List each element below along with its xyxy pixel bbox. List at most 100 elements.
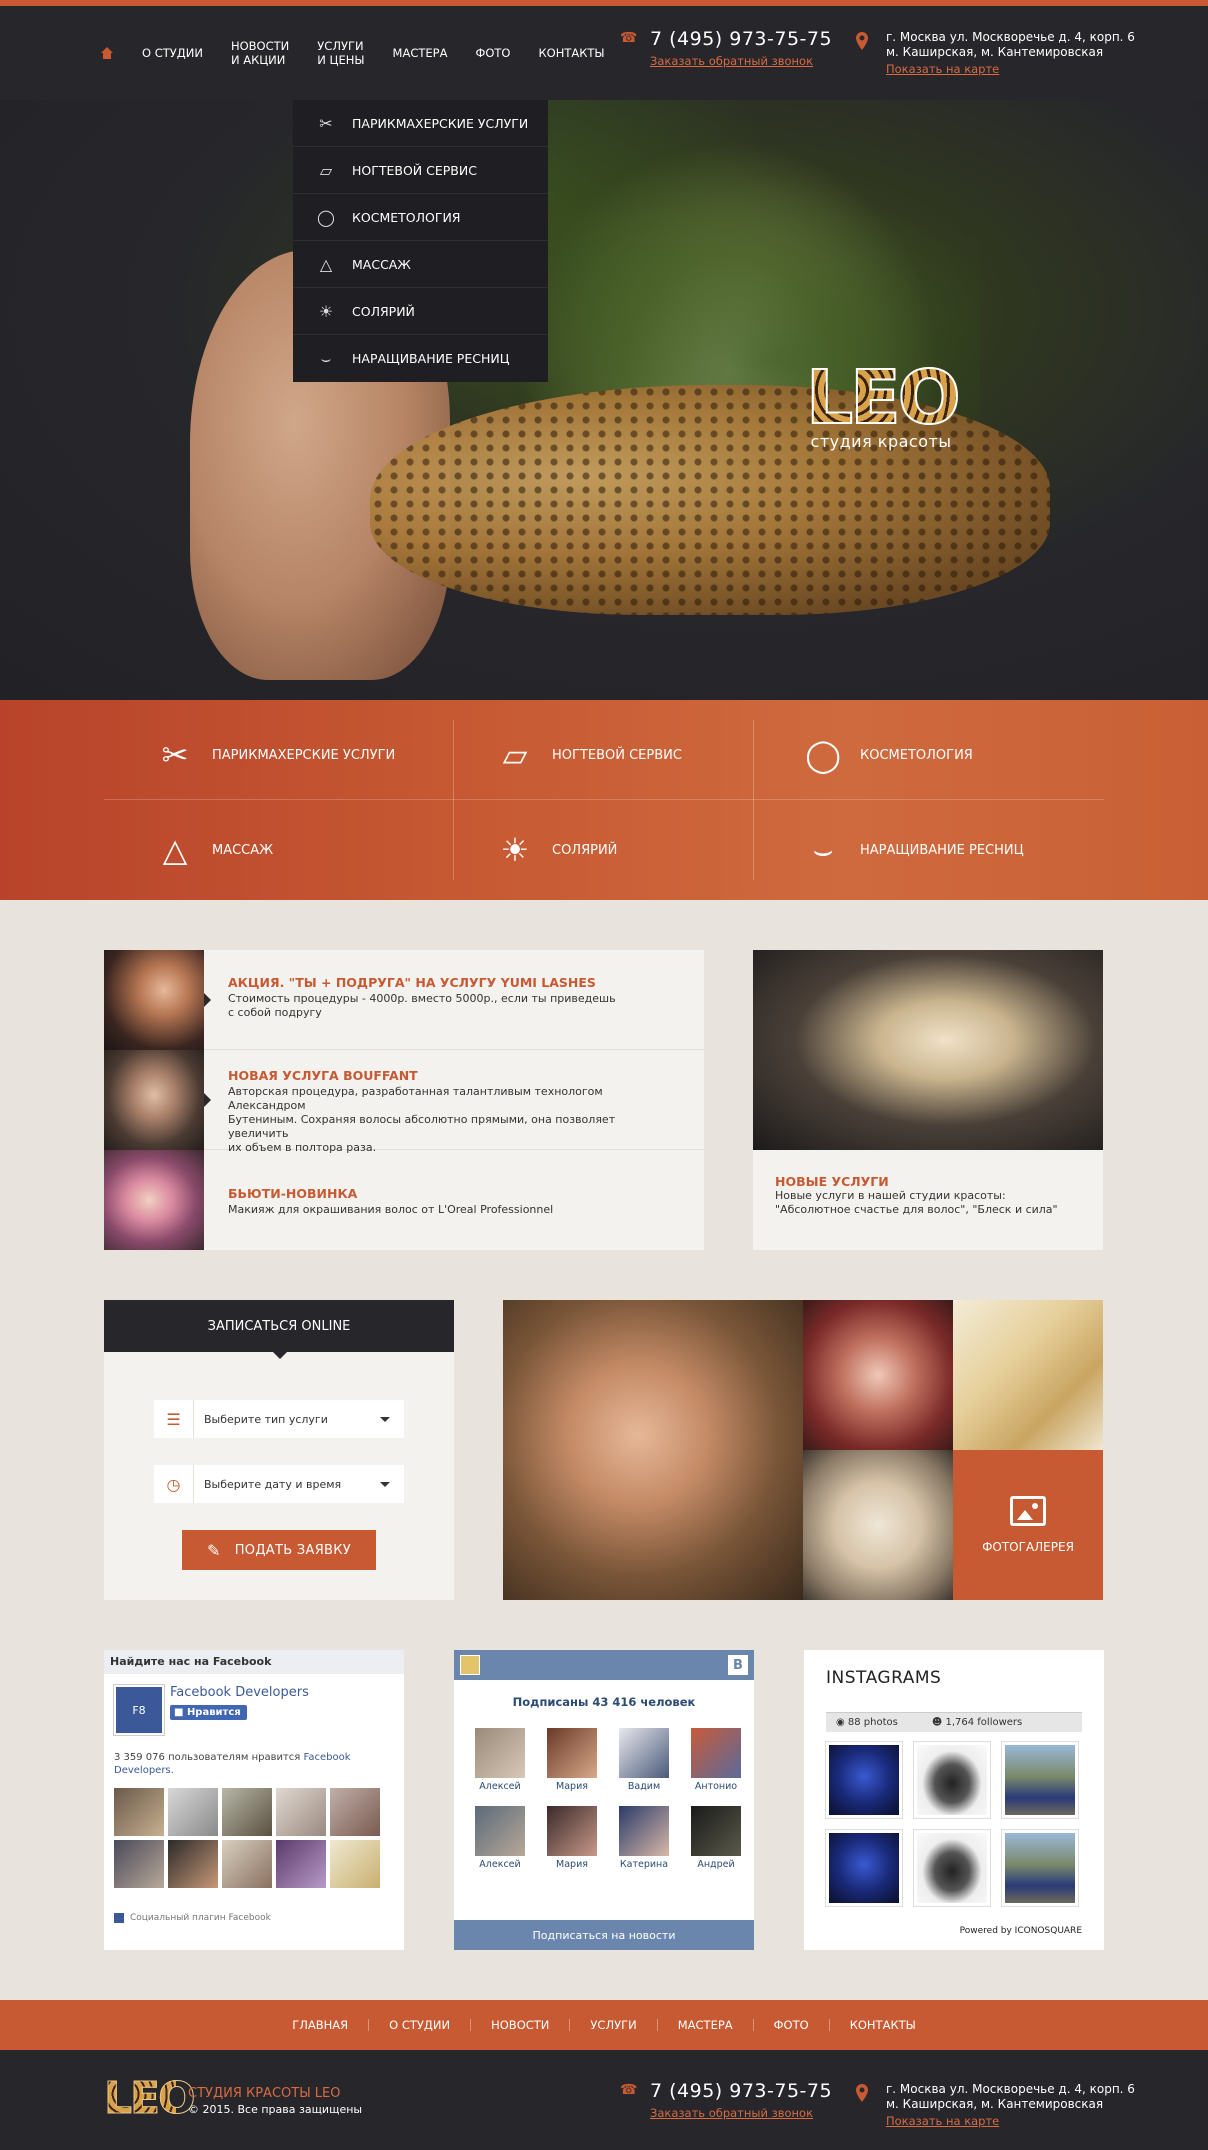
gallery-photo-manicure[interactable] — [803, 1300, 953, 1450]
service-hair[interactable]: ✂ ПАРИКМАХЕРСКИЕ УСЛУГИ — [152, 732, 396, 778]
facebook-face[interactable] — [330, 1788, 380, 1836]
footer-nav-services[interactable]: УСЛУГИ — [569, 2019, 656, 2031]
facebook-face[interactable] — [168, 1840, 218, 1888]
dropdown-item-massage[interactable]: △ МАССАЖ — [293, 241, 548, 288]
vk-member[interactable]: Вадим — [608, 1728, 680, 1792]
vk-member[interactable]: Андрей — [680, 1806, 752, 1870]
vk-member[interactable]: Антонио — [680, 1728, 752, 1792]
facebook-page-avatar[interactable]: F8 — [113, 1684, 165, 1736]
vk-subscribers[interactable]: Подписаны 43 416 человек — [454, 1695, 754, 1709]
sun-icon: ☀ — [318, 301, 334, 321]
address-line-2: м. Каширская, м. Кантемировская — [886, 45, 1104, 59]
footer-nav-news[interactable]: НОВОСТИ — [470, 2019, 569, 2031]
facebook-like-button[interactable]: ■ Нравится — [170, 1705, 247, 1720]
nav-photo[interactable]: ФОТО — [475, 46, 510, 60]
header-phone[interactable]: 7 (495) 973-75-75 — [650, 28, 832, 50]
footer-nav-photo[interactable]: ФОТО — [752, 2019, 829, 2031]
facebook-like-count: 3 359 076 пользователям нравится Faceboo… — [114, 1751, 394, 1777]
instagram-photo[interactable] — [1001, 1741, 1079, 1819]
instagram-photo[interactable] — [825, 1829, 903, 1907]
footer-map-link[interactable]: Показать на карте — [886, 2114, 1135, 2128]
news-item[interactable]: АКЦИЯ. "ТЫ + ПОДРУГА" НА УСЛУГУ YUMI LAS… — [104, 950, 704, 1050]
news-title[interactable]: АКЦИЯ. "ТЫ + ПОДРУГА" НА УСЛУГУ YUMI LAS… — [228, 975, 668, 990]
vk-group-avatar[interactable] — [460, 1655, 480, 1675]
footer-nav-contacts[interactable]: КОНТАКТЫ — [828, 2019, 936, 2031]
site-footer: LEO СТУДИЯ КРАСОТЫ LEO © 2015. Все права… — [0, 2050, 1208, 2150]
service-solarium[interactable]: ☀ СОЛЯРИЙ — [492, 827, 618, 873]
header-phone-block: ☎ 7 (495) 973-75-75 Заказать обратный зв… — [620, 28, 832, 68]
submit-request-button[interactable]: ✎ ПОДАТЬ ЗАЯВКУ — [182, 1530, 376, 1570]
vk-logo-icon[interactable]: В — [728, 1655, 748, 1675]
dropdown-item-solarium[interactable]: ☀ СОЛЯРИЙ — [293, 288, 548, 335]
facebook-face[interactable] — [222, 1840, 272, 1888]
vk-member[interactable]: Катерина — [608, 1806, 680, 1870]
facebook-footer-text: Социальный плагин Facebook — [130, 1913, 271, 1923]
home-icon[interactable] — [100, 47, 114, 59]
news-description: Стоимость процедуры - 4000р. вместо 5000… — [228, 992, 616, 1019]
user-icon: ☻ — [931, 1717, 946, 1728]
vk-member[interactable]: Мария — [536, 1806, 608, 1870]
instagram-photo[interactable] — [825, 1741, 903, 1819]
footer-nav-masters[interactable]: МАСТЕРА — [656, 2019, 753, 2031]
facebook-page-name[interactable]: Facebook Developers — [170, 1685, 309, 1700]
dropdown-item-hair[interactable]: ✂ ПАРИКМАХЕРСКИЕ УСЛУГИ — [293, 100, 548, 147]
instagram-photo[interactable] — [913, 1829, 991, 1907]
vk-member[interactable]: Алексей — [464, 1806, 536, 1870]
dropdown-item-nails[interactable]: ▱ НОГТЕВОЙ СЕРВИС — [293, 147, 548, 194]
datetime-value: Выберите дату и время — [204, 1477, 342, 1491]
gallery-photo-haircut[interactable] — [953, 1300, 1103, 1450]
footer-logo[interactable]: LEO — [104, 2073, 197, 2124]
footer-nav-home[interactable]: ГЛАВНАЯ — [272, 2019, 368, 2031]
news-item[interactable]: БЬЮТИ-НОВИНКА Макияж для окрашивания вол… — [104, 1150, 704, 1250]
map-link[interactable]: Показать на карте — [886, 62, 1135, 76]
photo-gallery-button[interactable]: ФОТОГАЛЕРЕЯ — [953, 1450, 1103, 1600]
new-services-card[interactable]: НОВЫЕ УСЛУГИ Новые услуги в нашей студии… — [753, 950, 1103, 1250]
vk-member[interactable]: Алексей — [464, 1728, 536, 1792]
footer-nav-about[interactable]: О СТУДИИ — [368, 2019, 470, 2031]
datetime-select[interactable]: ◷ Выберите дату и время — [154, 1465, 404, 1503]
vk-member[interactable]: Мария — [536, 1728, 608, 1792]
vk-subscribe-button[interactable]: Подписаться на новости — [454, 1920, 754, 1950]
dropdown-item-cosmetology[interactable]: ◯ КОСМЕТОЛОГИЯ — [293, 194, 548, 241]
nav-masters[interactable]: МАСТЕРА — [393, 46, 448, 60]
callback-link[interactable]: Заказать обратный звонок — [650, 54, 832, 68]
nav-contacts[interactable]: КОНТАКТЫ — [538, 46, 604, 60]
facebook-face[interactable] — [330, 1840, 380, 1888]
instagram-title: INSTAGRAMS — [826, 1668, 942, 1688]
instagram-photo[interactable] — [913, 1741, 991, 1819]
service-massage[interactable]: △ МАССАЖ — [152, 827, 273, 873]
instagram-photos-count: ◉ 88 photos — [836, 1717, 898, 1728]
instagram-powered-by[interactable]: Powered by ICONOSQUARE — [960, 1926, 1082, 1936]
service-cosmetology[interactable]: ◯ КОСМЕТОЛОГИЯ — [800, 732, 973, 778]
service-nails[interactable]: ▱ НОГТЕВОЙ СЕРВИС — [492, 732, 682, 778]
news-item[interactable]: НОВАЯ УСЛУГА BOUFFANT Авторская процедур… — [104, 1050, 704, 1154]
facebook-face[interactable] — [276, 1840, 326, 1888]
footer-copyright: © 2015. Все права защищены — [188, 2103, 363, 2116]
facebook-face[interactable] — [168, 1788, 218, 1836]
divider — [453, 720, 454, 880]
gallery-photo-massage[interactable] — [503, 1300, 803, 1600]
vk-member-name: Антонио — [694, 1781, 738, 1792]
facebook-face[interactable] — [114, 1788, 164, 1836]
footer-callback-link[interactable]: Заказать обратный звонок — [650, 2106, 832, 2120]
massage-icon: △ — [162, 831, 188, 869]
news-title[interactable]: БЬЮТИ-НОВИНКА — [228, 1186, 668, 1201]
service-type-select[interactable]: ☰ Выберите тип услуги — [154, 1400, 404, 1438]
gallery-photo-facial[interactable] — [803, 1450, 953, 1600]
news-thumbnail — [104, 950, 204, 1050]
news-list: АКЦИЯ. "ТЫ + ПОДРУГА" НА УСЛУГУ YUMI LAS… — [104, 950, 704, 1250]
facebook-face[interactable] — [114, 1840, 164, 1888]
news-title[interactable]: НОВАЯ УСЛУГА BOUFFANT — [228, 1068, 668, 1083]
footer-phone[interactable]: 7 (495) 973-75-75 — [650, 2080, 832, 2102]
news-description: Авторская процедура, разработанная талан… — [228, 1085, 616, 1154]
nav-news[interactable]: НОВОСТИ И АКЦИИ — [231, 39, 289, 67]
dropdown-item-lashes[interactable]: ⌣ НАРАЩИВАНИЕ РЕСНИЦ — [293, 335, 548, 382]
facebook-face[interactable] — [222, 1788, 272, 1836]
nav-services[interactable]: УСЛУГИ И ЦЕНЫ — [317, 39, 364, 67]
service-lashes[interactable]: ⌣ НАРАЩИВАНИЕ РЕСНИЦ — [800, 827, 1023, 873]
vk-member-photo — [475, 1728, 525, 1778]
facebook-face[interactable] — [276, 1788, 326, 1836]
nav-about[interactable]: О СТУДИИ — [142, 46, 203, 60]
new-services-title[interactable]: НОВЫЕ УСЛУГИ — [775, 1174, 889, 1189]
instagram-photo[interactable] — [1001, 1829, 1079, 1907]
